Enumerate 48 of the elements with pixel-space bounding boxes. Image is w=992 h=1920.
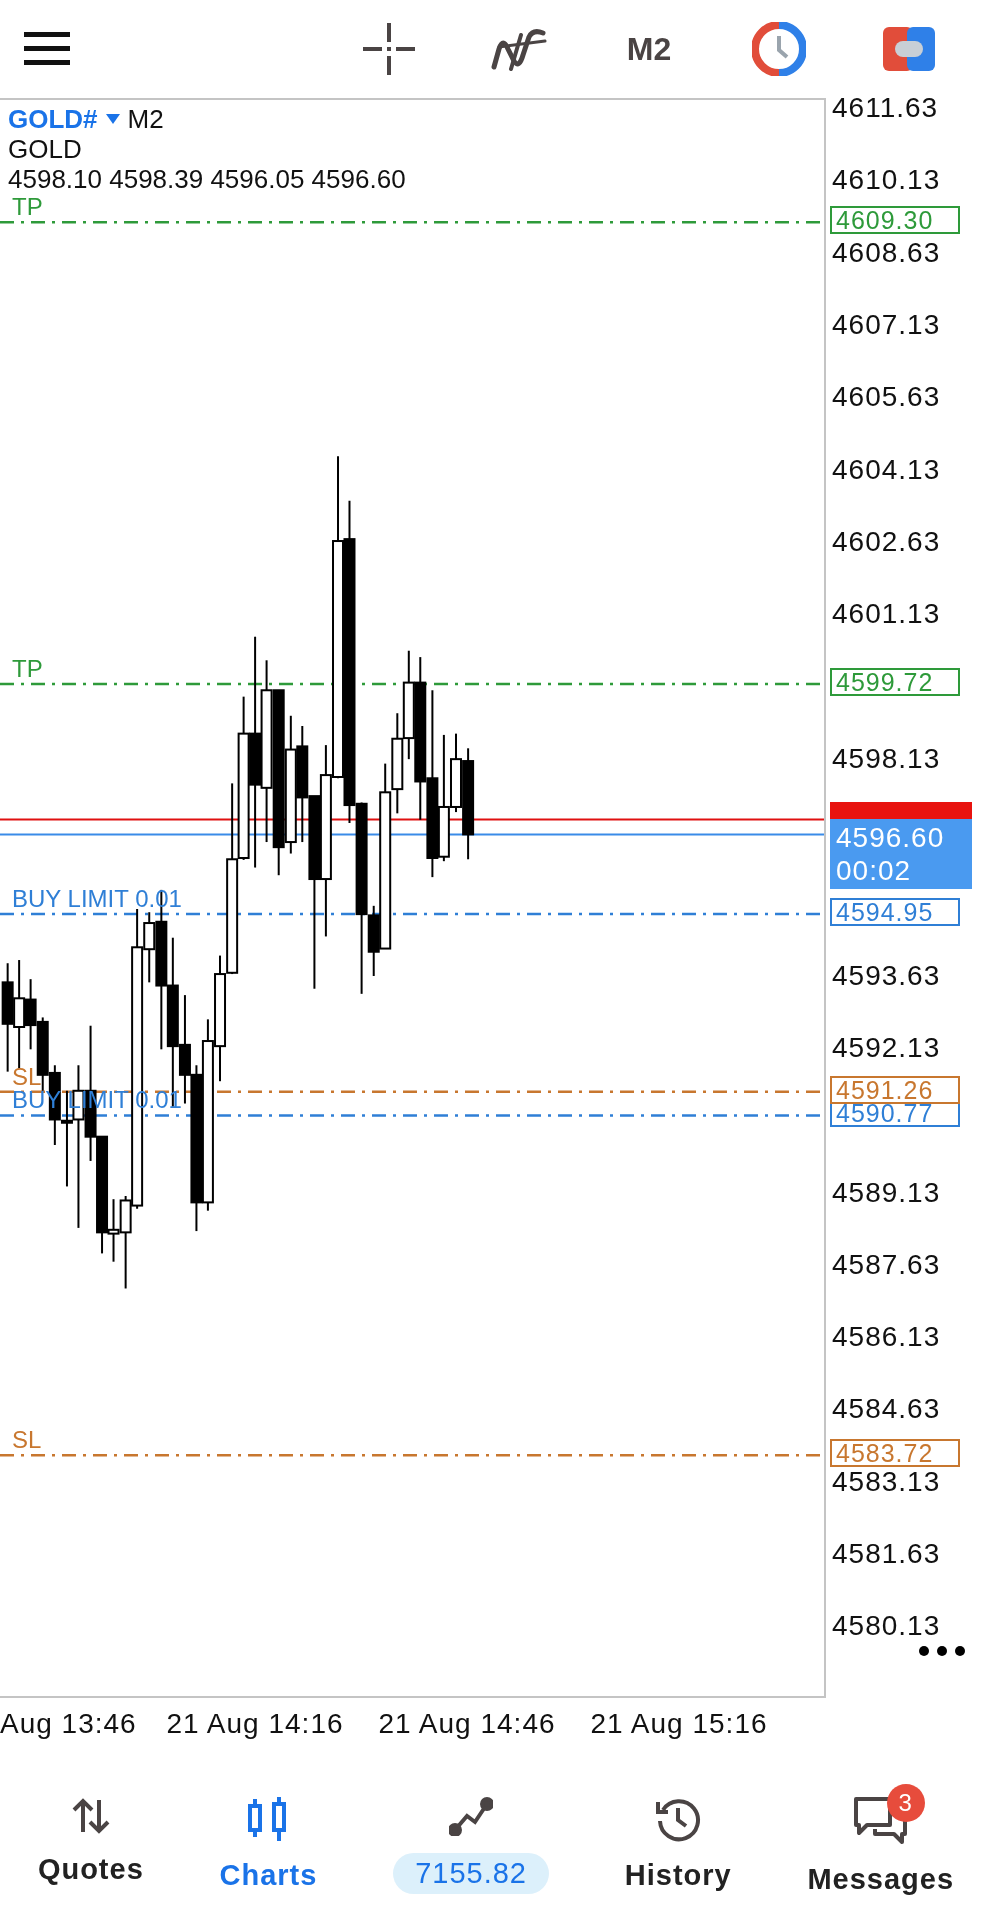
price-tick: 4607.13 xyxy=(832,307,941,342)
nav-tab[interactable]: Quotes xyxy=(37,1784,144,1886)
price-tick: 4581.63 xyxy=(832,1537,941,1571)
time-label: 21 Aug 14:16 xyxy=(166,1708,344,1740)
timeframe-label: M2 xyxy=(127,104,164,134)
level-label: SL xyxy=(12,1428,42,1453)
price-tick: 4589.13 xyxy=(832,1175,941,1210)
nav-tab[interactable]: 7155.82 xyxy=(393,1784,549,1894)
price-tick: 4602.63 xyxy=(832,524,941,559)
sort-arrows-icon xyxy=(70,1796,111,1836)
level-label: TP xyxy=(12,195,43,220)
level-price-tag: 4609.30 xyxy=(830,206,960,235)
level-label: TP xyxy=(12,657,43,682)
history-icon xyxy=(655,1796,702,1842)
price-tick: 4598.13 xyxy=(832,741,941,776)
price-tick: 4586.13 xyxy=(832,1320,941,1355)
price-tick: 4604.13 xyxy=(832,452,941,487)
level-price-tag: 4591.26 xyxy=(830,1075,960,1104)
time-label: Aug 13:46 xyxy=(0,1708,137,1740)
nav-tab[interactable]: Charts xyxy=(219,1784,318,1892)
bid-price-tag: 4596.60 00:02 xyxy=(830,819,972,890)
price-tick: 4608.63 xyxy=(832,235,941,270)
price-tick: 4611.63 xyxy=(832,91,939,125)
symbol-name[interactable]: GOLD# xyxy=(8,104,98,134)
timeframe-button[interactable]: M2 xyxy=(584,19,714,79)
price-tick: 4601.13 xyxy=(832,597,941,632)
nav-tab[interactable]: 3 Messages xyxy=(807,1784,955,1896)
dropdown-icon[interactable] xyxy=(105,114,120,124)
level-price-tag: 4583.72 xyxy=(830,1439,960,1468)
more-icon[interactable] xyxy=(918,1645,966,1657)
level-label: SL xyxy=(12,1064,42,1089)
line-chart-icon xyxy=(449,1796,494,1836)
price-tick: 4605.63 xyxy=(832,380,941,415)
time-label: 21 Aug 14:46 xyxy=(378,1708,556,1740)
unread-badge: 3 xyxy=(886,1784,925,1822)
symbol-description: GOLD xyxy=(8,134,83,164)
price-tick: 4580.13 xyxy=(832,1609,941,1644)
price-tick: 4592.13 xyxy=(832,1030,941,1065)
price-tick: 4593.63 xyxy=(832,958,941,993)
level-price-tag: 4599.72 xyxy=(830,668,960,697)
level-price-tag: 4594.95 xyxy=(830,897,960,926)
time-label: 21 Aug 15:16 xyxy=(590,1708,768,1740)
nav-tab[interactable]: History xyxy=(624,1784,732,1892)
price-tick: 4584.63 xyxy=(832,1392,941,1427)
price-tick: 4587.63 xyxy=(832,1247,941,1282)
ohlc-values: 4598.10 4598.39 4596.05 4596.60 xyxy=(8,164,406,194)
balance-pill: 7155.82 xyxy=(393,1853,549,1894)
price-tick: 4610.13 xyxy=(832,163,941,198)
